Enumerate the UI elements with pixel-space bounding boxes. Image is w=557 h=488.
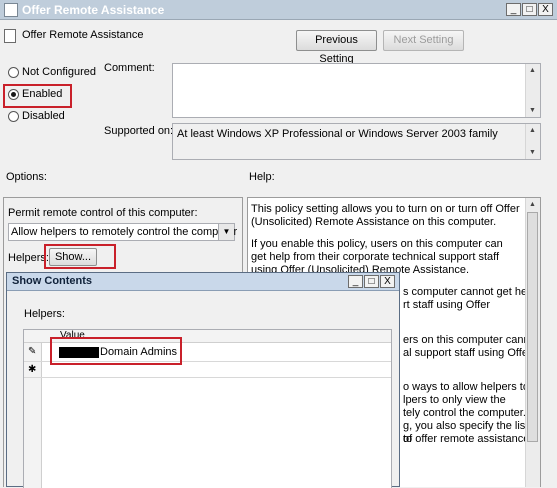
options-label: Options:: [6, 171, 47, 183]
comment-field[interactable]: ▲ ▼: [172, 63, 541, 118]
enabled-radio[interactable]: [8, 89, 19, 100]
permit-dropdown[interactable]: Allow helpers to remotely control the co…: [8, 223, 238, 241]
supported-value: At least Windows XP Professional or Wind…: [177, 128, 498, 140]
scroll-up-icon[interactable]: ▲: [526, 64, 539, 77]
new-row-icon: ✱: [28, 364, 37, 375]
permit-value: Allow helpers to remotely control the co…: [11, 226, 238, 238]
supported-scrollbar[interactable]: ▲ ▼: [525, 124, 540, 159]
scroll-up-icon[interactable]: ▲: [526, 124, 539, 137]
help-fragment: al support staff using Offer: [403, 347, 532, 359]
dialog-title: Show Contents: [12, 275, 93, 287]
dialog-close-button[interactable]: X: [380, 275, 395, 288]
show-contents-dialog: Show Contents _ □ X Helpers: Value ✎ Dom…: [6, 272, 400, 488]
policy-icon: [4, 3, 18, 17]
dialog-helpers-label: Helpers:: [24, 308, 65, 320]
value-highlight: [50, 337, 182, 365]
not-configured-radio[interactable]: [8, 67, 19, 78]
disabled-radio[interactable]: [8, 111, 19, 122]
window-title-bar: Offer Remote Assistance _ □ X: [0, 0, 557, 20]
maximize-button[interactable]: □: [522, 3, 537, 16]
minimize-button[interactable]: _: [506, 3, 521, 16]
dropdown-arrow-icon[interactable]: ▼: [218, 224, 234, 240]
edit-pencil-icon: ✎: [28, 346, 37, 357]
help-fragment: rt staff using Offer: [403, 299, 491, 311]
help-paragraph-1: This policy setting allows you to turn o…: [251, 203, 520, 228]
disabled-label: Disabled: [22, 110, 65, 122]
help-label: Help:: [249, 171, 275, 183]
helpers-label: Helpers:: [8, 252, 49, 264]
dialog-minimize-button[interactable]: _: [348, 275, 363, 288]
dialog-title-bar: Show Contents _ □ X: [7, 273, 399, 291]
help-fragment: lpers to only view the: [403, 394, 506, 406]
comment-scrollbar[interactable]: ▲ ▼: [525, 64, 540, 117]
next-setting-button[interactable]: Next Setting: [383, 30, 464, 51]
permit-label: Permit remote control of this computer:: [8, 207, 198, 219]
supported-field: At least Windows XP Professional or Wind…: [172, 123, 541, 160]
help-fragment: ers on this computer cannot: [403, 334, 539, 346]
show-button[interactable]: Show...: [49, 248, 97, 266]
dialog-maximize-button[interactable]: □: [364, 275, 379, 288]
policy-name: Offer Remote Assistance: [22, 29, 144, 41]
window-title: Offer Remote Assistance: [22, 3, 165, 17]
help-fragment: s computer cannot get help: [403, 286, 536, 298]
scroll-down-icon[interactable]: ▼: [526, 146, 539, 159]
scroll-up-icon[interactable]: ▲: [526, 198, 539, 211]
enabled-label: Enabled: [22, 88, 63, 100]
policy-header-icon: [4, 29, 16, 43]
help-fragment: tely control the computer.": [403, 407, 530, 419]
not-configured-label: Not Configured: [22, 66, 96, 78]
scroll-thumb[interactable]: [527, 212, 538, 442]
close-button[interactable]: X: [538, 3, 553, 16]
help-fragment: to offer remote assistance.: [403, 433, 533, 445]
comment-label: Comment:: [104, 62, 155, 74]
previous-setting-button[interactable]: Previous Setting: [296, 30, 377, 65]
help-fragment: o ways to allow helpers to: [403, 381, 529, 393]
supported-label: Supported on:: [104, 125, 174, 137]
scroll-down-icon[interactable]: ▼: [526, 104, 539, 117]
help-scrollbar[interactable]: ▲: [525, 198, 540, 487]
